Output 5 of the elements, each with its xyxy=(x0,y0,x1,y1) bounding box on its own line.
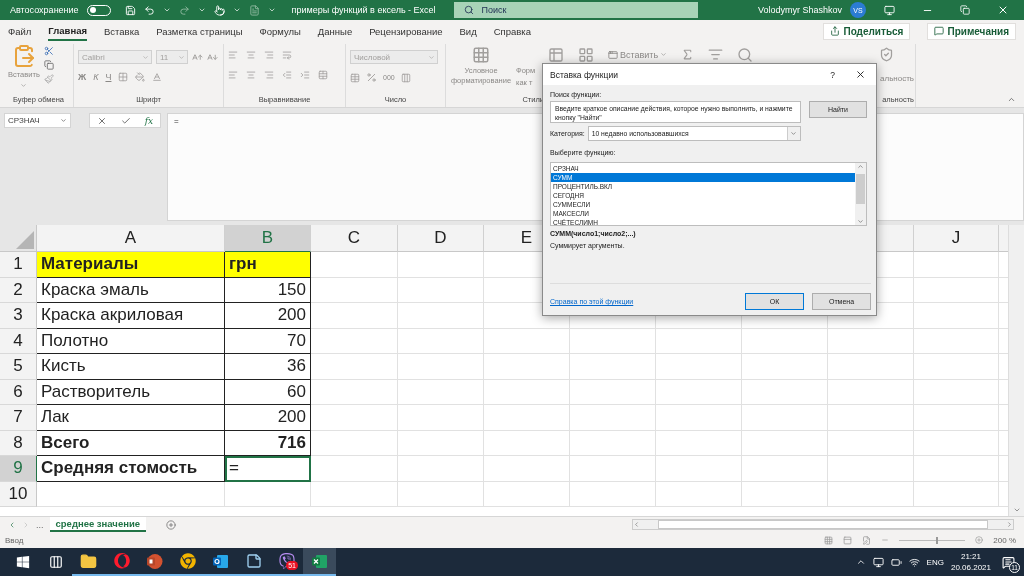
window-title: примеры функций в ексель - Excel xyxy=(291,5,436,15)
autosave-label: Автосохранение xyxy=(10,5,79,15)
status-mode: Ввод xyxy=(5,535,24,545)
dialog-title: Вставка функции xyxy=(550,69,619,80)
user-name: Volodymyr Shashkov xyxy=(757,5,842,15)
